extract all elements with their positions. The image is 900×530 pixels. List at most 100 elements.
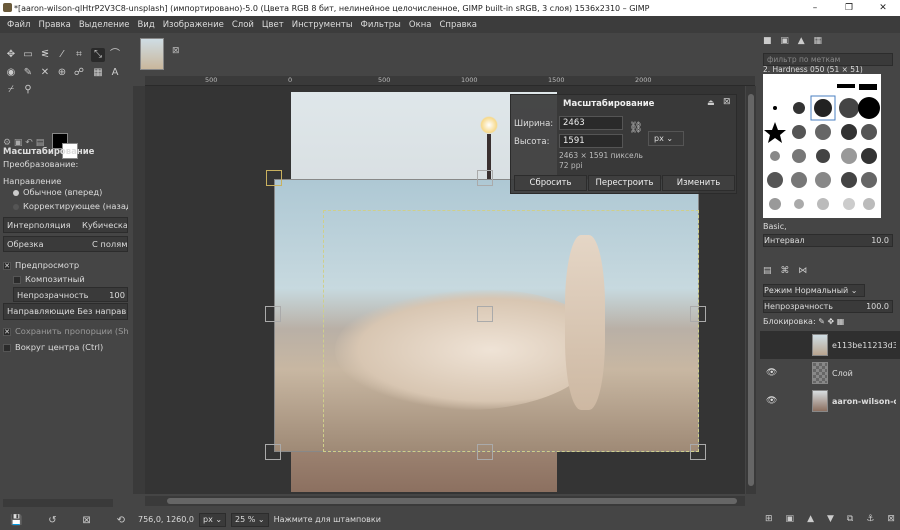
side-handle-top[interactable] — [477, 170, 493, 186]
delete-layer-icon[interactable]: ⊠ — [887, 514, 895, 524]
interpolation-select[interactable]: Интерполяция Кубическая — [3, 217, 128, 233]
eye-icon[interactable]: 👁 — [766, 368, 780, 378]
raise-layer-icon[interactable]: ▲ — [807, 514, 814, 524]
composite-checkbox[interactable]: Композитный — [3, 272, 128, 287]
new-group-icon[interactable]: ▣ — [786, 514, 795, 524]
rect-select-icon[interactable]: ▭ — [21, 48, 35, 62]
statusbar: 756,0, 1260,0 px ⌄ 25 % ⌄ Нажмите для шт… — [133, 509, 760, 530]
unit-select[interactable]: px ⌄ — [198, 512, 227, 527]
zoom-icon[interactable]: ⚲ — [21, 83, 35, 97]
lock-position-icon[interactable]: ✥ — [827, 317, 834, 326]
toolbox-scrollbar[interactable] — [3, 499, 113, 507]
menu-select[interactable]: Выделение — [75, 20, 134, 30]
brush-grid[interactable] — [763, 74, 881, 218]
opacity-slider[interactable]: Непрозрачность 100 — [13, 287, 128, 302]
menu-colors[interactable]: Цвет — [258, 20, 288, 30]
brush-icon[interactable]: ✎ — [21, 66, 35, 80]
crop-icon[interactable]: ⌗ — [72, 48, 86, 62]
menu-file[interactable]: Файл — [3, 20, 34, 30]
fuzzy-select-icon[interactable]: ⁄ — [55, 48, 69, 62]
keep-aspect-checkbox[interactable]: ✕ Сохранить пропорции (Shi — [3, 324, 128, 339]
scale-button[interactable]: Изменить — [662, 175, 735, 191]
new-layer-icon[interactable]: ⊞ — [765, 514, 773, 524]
horizontal-scrollbar[interactable] — [145, 496, 745, 506]
ruler-label: 500 — [378, 76, 391, 84]
smudge-icon[interactable]: ☍ — [72, 66, 86, 80]
corner-handle-bottom-left[interactable] — [265, 444, 281, 460]
direction-normal-radio[interactable]: Обычное (вперед) — [3, 185, 128, 200]
ruler-label: 2000 — [635, 76, 652, 84]
radio-on-icon — [13, 189, 19, 196]
save-options-icon[interactable]: 💾 — [10, 515, 22, 526]
menu-windows[interactable]: Окна — [405, 20, 436, 30]
layer-row[interactable]: e113be11213d3 — [760, 331, 900, 359]
eye-icon[interactable]: 👁 — [766, 396, 780, 406]
zoom-select[interactable]: 25 % ⌄ — [231, 512, 269, 527]
preview-checkbox[interactable]: ✕ Предпросмотр — [3, 258, 128, 273]
color-picker-icon[interactable]: ⌿ — [4, 83, 18, 97]
direction-corrective-radio[interactable]: Корректирующее (назад) — [3, 199, 128, 214]
around-center-checkbox[interactable]: Вокруг центра (Ctrl) — [3, 340, 128, 355]
guides-select[interactable]: Направляющие Без направ... — [3, 303, 128, 320]
menu-view[interactable]: Вид — [133, 20, 158, 30]
move-icon[interactable]: ✥ — [4, 48, 18, 62]
ruler-label: 1500 — [548, 76, 565, 84]
lock-pixels-icon[interactable]: ✎ — [818, 317, 825, 326]
dialog-menu-icon[interactable]: ⏏ — [707, 98, 715, 107]
scale-icon[interactable]: ⤡ — [91, 48, 105, 62]
paths-icon[interactable]: ▦ — [91, 66, 105, 80]
menu-help[interactable]: Справка — [435, 20, 480, 30]
height-label: Высота: — [514, 137, 550, 147]
unit-select[interactable]: px ⌄ — [648, 131, 684, 146]
dock-tabs[interactable]: ■ ▣ ▲ ▦ — [763, 36, 825, 46]
delete-options-icon[interactable]: ⊠ — [82, 515, 90, 526]
warp-icon[interactable]: ⌒ — [108, 48, 122, 62]
ruler-label: 1000 — [461, 76, 478, 84]
bucket-fill-icon[interactable]: ◉ — [4, 66, 18, 80]
corner-handle-top-left[interactable] — [266, 170, 282, 186]
menu-edit[interactable]: Правка — [34, 20, 74, 30]
layer-row[interactable]: 👁 aaron-wilson-c — [760, 387, 900, 415]
ruler-label: 500 — [205, 76, 218, 84]
menu-filters[interactable]: Фильтры — [357, 20, 405, 30]
minimize-button[interactable]: – — [798, 0, 832, 16]
duplicate-layer-icon[interactable]: ⧉ — [847, 514, 853, 524]
corner-handle-bottom-right[interactable] — [690, 444, 706, 460]
zoom-value: 25 % — [235, 514, 256, 524]
layers-dock-tabs[interactable]: ▤ ⌘ ⋈ — [763, 266, 810, 276]
clone-icon[interactable]: ⊕ — [55, 66, 69, 80]
chain-link-icon[interactable]: ⛓ — [629, 121, 643, 134]
reset-options-icon[interactable]: ⟲ — [117, 515, 125, 526]
center-handle[interactable] — [477, 306, 493, 322]
menu-image[interactable]: Изображение — [159, 20, 228, 30]
close-button[interactable]: ✕ — [866, 0, 900, 16]
side-handle-left[interactable] — [265, 306, 281, 322]
menu-layer[interactable]: Слой — [228, 20, 258, 30]
unit-value: px — [654, 134, 664, 143]
vertical-scrollbar[interactable] — [746, 86, 756, 494]
maximize-button[interactable]: ❐ — [832, 0, 866, 16]
clipping-select[interactable]: Обрезка С полями — [3, 236, 128, 252]
lower-layer-icon[interactable]: ▼ — [827, 514, 834, 524]
reset-button[interactable]: Сбросить — [514, 175, 587, 191]
close-tab-icon[interactable]: ⊠ — [172, 46, 180, 56]
eraser-icon[interactable]: ✕ — [38, 66, 52, 80]
height-input[interactable]: 1591 — [559, 134, 623, 148]
layer-mode-select[interactable]: Режим Нормальный ⌄ — [763, 284, 865, 297]
side-handle-bottom[interactable] — [477, 444, 493, 460]
readjust-button[interactable]: Перестроить — [588, 175, 661, 191]
lock-alpha-icon[interactable]: ▦ — [837, 317, 845, 326]
layer-row[interactable]: 👁 Слой — [760, 359, 900, 387]
layer-opacity-slider[interactable]: Непрозрачность 100.0 — [763, 300, 893, 313]
spacing-slider[interactable]: Интервал 10.0 — [763, 234, 893, 247]
lasso-icon[interactable]: ᓬ — [38, 48, 52, 62]
text-icon[interactable]: A — [108, 66, 122, 80]
width-input[interactable]: 2463 — [559, 116, 623, 130]
menu-tools[interactable]: Инструменты — [288, 20, 357, 30]
anchor-layer-icon[interactable]: ⚓ — [866, 514, 874, 524]
dialog-close-icon[interactable]: ⊠ — [723, 97, 731, 107]
image-tab-thumbnail[interactable] — [140, 38, 164, 70]
restore-options-icon[interactable]: ↺ — [48, 515, 56, 526]
side-handle-right[interactable] — [690, 306, 706, 322]
clipping-value: С полями — [92, 239, 128, 249]
